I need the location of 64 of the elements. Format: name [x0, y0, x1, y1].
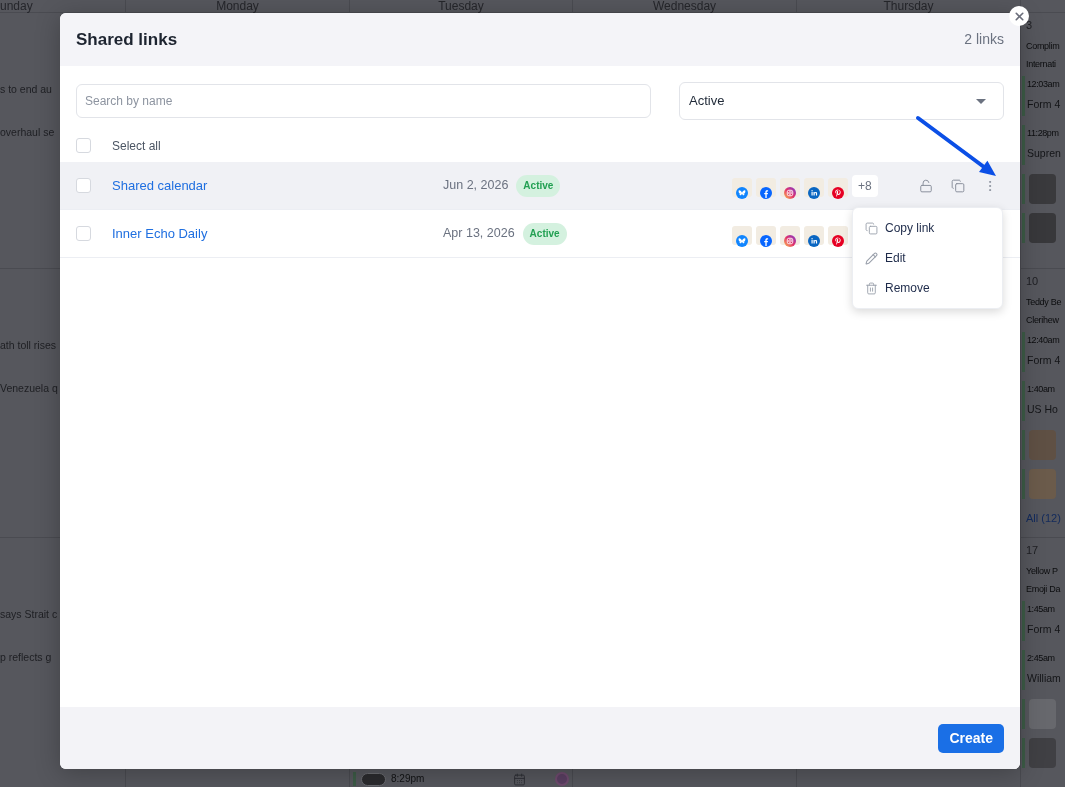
- event-time: 12:03am: [1027, 78, 1061, 91]
- date-text: Apr 13, 2026: [443, 225, 515, 243]
- link-title[interactable]: Inner Echo Daily: [112, 223, 208, 244]
- social-logo-icon: [555, 772, 569, 786]
- day-note: Clerihew: [1026, 314, 1060, 327]
- day-note: Complim: [1026, 40, 1061, 53]
- butterfly-logo-icon: [736, 186, 748, 199]
- menu-item[interactable]: Copy link: [853, 213, 1002, 243]
- dialog-title: Shared links: [76, 28, 178, 51]
- facebook-icon: [760, 186, 772, 199]
- photo-placeholder: [1029, 738, 1056, 768]
- pinterest-icon: [832, 234, 844, 247]
- more-channels-count: +8: [852, 174, 878, 197]
- butterfly-logo-icon: [736, 234, 748, 247]
- day-note: Teddy Be: [1026, 296, 1063, 309]
- facebook-icon: [760, 234, 772, 247]
- status-dropdown[interactable]: Active: [679, 82, 1004, 120]
- calendar-icon: [513, 772, 526, 786]
- instagram-icon: [784, 234, 796, 247]
- photo-placeholder: [1029, 469, 1056, 499]
- linkedin-icon: [808, 234, 820, 247]
- status-badge: Active: [516, 174, 561, 197]
- day-note: Emoji Da: [1026, 583, 1062, 596]
- status-badge: Active: [522, 222, 567, 245]
- event-time: 2:45am: [1027, 652, 1056, 665]
- trash-icon: [865, 281, 878, 295]
- instagram-icon: [784, 186, 796, 199]
- checkbox[interactable]: [76, 226, 91, 241]
- event-time: 12:40am: [1027, 334, 1061, 347]
- photo-placeholder: [1029, 430, 1056, 460]
- event-title: Form 4: [1027, 353, 1061, 368]
- checkbox[interactable]: [76, 138, 91, 153]
- link-count: 2 links: [964, 30, 1004, 49]
- search-field[interactable]: Search by name: [76, 84, 651, 118]
- copy-icon: [951, 178, 965, 193]
- select-all-label: Select all: [112, 137, 161, 155]
- day-note: Internati: [1026, 58, 1057, 71]
- event-title: William: [1027, 671, 1061, 686]
- photo-placeholder: [1029, 213, 1056, 243]
- event-time: 1:40am: [1027, 383, 1056, 396]
- event-title: US Ho: [1027, 402, 1058, 417]
- menu-item[interactable]: Remove: [853, 273, 1002, 303]
- photo-placeholder: [1029, 174, 1056, 204]
- caret-down-icon: [976, 98, 986, 104]
- event-title: Form 4: [1027, 622, 1061, 637]
- event-title: Form 4: [1027, 97, 1061, 112]
- event-time: 11:28pm: [1027, 127, 1060, 140]
- link-title[interactable]: Shared calendar: [112, 175, 208, 196]
- table-row[interactable]: Shared calendar Jun 2, 2026 Active +8: [60, 162, 1020, 210]
- day-note: Yellow P: [1026, 565, 1059, 578]
- event-time: 8:29pm: [391, 773, 425, 785]
- create-button[interactable]: Create: [938, 723, 1004, 753]
- linkedin-icon: [808, 186, 820, 199]
- photo-placeholder: [361, 772, 386, 786]
- copy-icon: [865, 221, 878, 235]
- close-icon: [1012, 9, 1026, 23]
- pencil-icon: [865, 251, 878, 265]
- event-time: 1:45am: [1027, 603, 1056, 616]
- date-number: 3: [1026, 19, 1034, 32]
- event-title: Supren: [1027, 146, 1061, 161]
- date-text: Jun 2, 2026: [443, 177, 509, 195]
- pinterest-icon: [832, 186, 844, 199]
- checkbox[interactable]: [76, 178, 91, 193]
- padlock-icon: [919, 178, 933, 193]
